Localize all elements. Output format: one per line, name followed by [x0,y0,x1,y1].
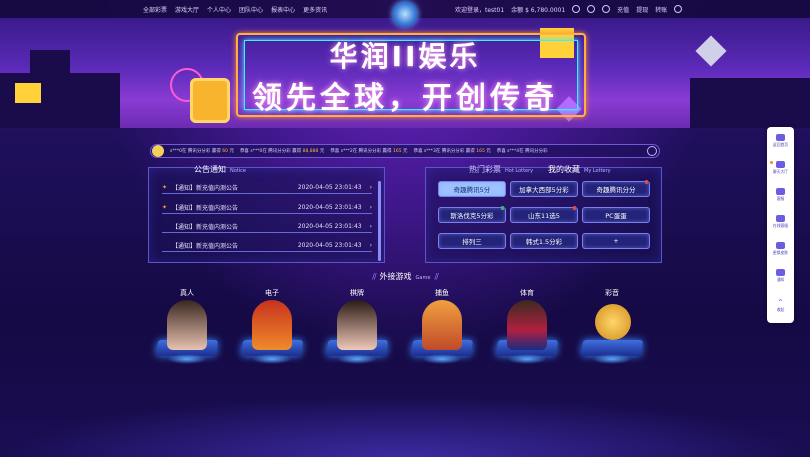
nav-all-lottery[interactable]: 全部彩票 [143,5,167,14]
game-label: 彩音 [605,289,619,297]
ticker-item: s***0在 腾讯分分彩 赢得 60 元 [170,149,234,154]
deposit-link[interactable]: 充值 [617,5,629,14]
bitcoin-image [595,304,631,340]
trophy-icon [152,145,164,157]
side-online-service[interactable]: 在线客服 [767,211,794,233]
add-lottery-button[interactable]: + [582,233,650,249]
notice-row[interactable]: ✦ 【通知】新充值内测公告 2020-04-05 23:01:43 › [162,181,372,194]
nav-team-center[interactable]: 团队中心 [239,5,263,14]
player-image [507,300,547,350]
game-label: 棋牌 [350,289,364,297]
nav-game-hall[interactable]: 游戏大厅 [175,5,199,14]
top-nav: 全部彩票 游戏大厅 个人中心 团队中心 报表中心 更多资讯 [143,0,327,18]
notice-row[interactable]: ✦ 【通知】新充值内测公告 2020-04-05 23:01:43 › [162,201,372,214]
star-icon: ✦ [162,203,168,211]
side-notice[interactable]: 通知 [767,265,794,287]
lottery-button[interactable]: 韩式1.5分彩 [510,233,578,249]
lottery-button[interactable]: 斯洛伐克5分彩 [438,206,506,223]
my-lottery-tab[interactable]: 我的收藏 My Lottery [548,164,611,175]
ticker-item: 恭喜 s***0在 腾讯分分彩 赢得 88,888 元 [239,149,325,154]
hot-tag [644,180,648,184]
dragon-image [252,300,292,350]
game-label: 体育 [520,289,534,297]
site-logo[interactable] [392,1,418,27]
pedestal-glow [592,354,632,364]
lottery-button[interactable]: 排列三 [438,233,506,249]
side-toolbar: 返回首页 聊天大厅 客服 在线客服 更换皮肤 通知 ⌃ 收起 [767,127,794,323]
side-service[interactable]: 客服 [767,184,794,206]
chevron-right-icon: › [369,203,372,211]
balance-text: 余额 $ 6,780.0001 [511,6,566,14]
banner-slogan: 领先全球，开创传奇 [252,81,558,116]
fish-image [422,300,462,350]
hero-banner: 华润II娱乐 领先全球，开创传奇 [0,18,810,128]
notification-dot [770,161,773,164]
bottom-glow [0,395,810,457]
home-icon [776,134,785,141]
ticker-arrows-icon[interactable] [647,146,657,156]
side-chat-hall[interactable]: 聊天大厅 [767,157,794,179]
eye-icon[interactable] [572,5,581,13]
game-label: 捕鱼 [435,289,449,297]
game-slots[interactable]: 电子 [237,288,307,373]
slash-decoration: // [372,272,377,281]
palette-icon [776,242,785,249]
wallet-icon [602,5,611,13]
logout-icon[interactable] [674,5,683,13]
game-fishing[interactable]: 捕鱼 [407,288,477,373]
pin-icon: ✦ [162,183,168,191]
notice-title: 公告通知 Notice [194,165,246,174]
winners-ticker: s***0在 腾讯分分彩 赢得 60 元 恭喜 s***0在 腾讯分分彩 赢得 … [150,144,660,158]
transfer-link[interactable]: 转账 [655,5,667,14]
ticker-item: 恭喜 s***4在 腾讯分分彩 [496,149,548,154]
nav-report-center[interactable]: 报表中心 [271,5,295,14]
pedestal-glow [337,354,377,364]
support-icon [776,215,785,222]
dealer-image [167,300,207,350]
chevron-up-icon: ⌃ [777,298,784,307]
notice-row[interactable]: 【通知】新充值内测公告 2020-04-05 23:01:43 › [162,239,372,252]
edit-icon [776,269,785,276]
game-label: 电子 [265,289,279,297]
hot-lottery-tab[interactable]: 热门彩票 Hot Lottery [469,164,533,175]
lottery-button[interactable]: 山东11选5 [510,206,578,223]
welcome-text: 欢迎登录，test01 [455,6,505,14]
ticker-item: 恭喜 s***2在 腾讯分分彩 赢得 165 元 [330,149,408,154]
banner-title: 华润II娱乐 [329,40,481,73]
pedestal-glow [252,354,292,364]
refresh-icon[interactable] [587,5,596,13]
chevron-right-icon: › [369,183,372,191]
chat-icon [776,161,785,168]
withdraw-link[interactable]: 提现 [636,5,648,14]
lottery-button[interactable]: 奇趣腾讯分分 [582,180,650,197]
lottery-button[interactable]: 加拿大西部5分彩 [510,181,578,197]
game-sports[interactable]: 体育 [492,288,562,373]
side-home[interactable]: 返回首页 [767,130,794,152]
games-section-title: // 外接游戏 Game // [372,272,439,281]
new-tag [500,206,504,210]
game-live[interactable]: 真人 [152,288,222,373]
notice-scrollbar[interactable] [378,181,381,261]
nav-personal-center[interactable]: 个人中心 [207,5,231,14]
lottery-button[interactable]: 奇趣腾讯5分 [438,181,506,197]
ticker-item: 恭喜 s***3在 腾讯分分彩 赢得 165 元 [413,149,491,154]
nav-more-news[interactable]: 更多资讯 [303,5,327,14]
slash-decoration: // [434,272,439,281]
side-change-skin[interactable]: 更换皮肤 [767,238,794,260]
pedestal-glow [167,354,207,364]
game-esports[interactable]: 彩音 [577,288,647,373]
game-cards[interactable]: 棋牌 [322,288,392,373]
user-bar: 欢迎登录，test01 余额 $ 6,780.0001 充值 提现 转账 [455,0,683,18]
headset-icon [776,188,785,195]
chevron-right-icon: › [369,241,372,249]
game-label: 真人 [180,289,194,297]
hot-tag [572,206,576,210]
chevron-right-icon: › [369,222,372,230]
lottery-button[interactable]: PC蛋蛋 [582,207,650,223]
pedestal-glow [507,354,547,364]
side-collapse[interactable]: ⌃ 收起 [767,295,794,317]
card-girl-image [337,300,377,350]
notice-row[interactable]: 【通知】新充值内测公告 2020-04-05 23:01:43 › [162,220,372,233]
pedestal-glow [422,354,462,364]
